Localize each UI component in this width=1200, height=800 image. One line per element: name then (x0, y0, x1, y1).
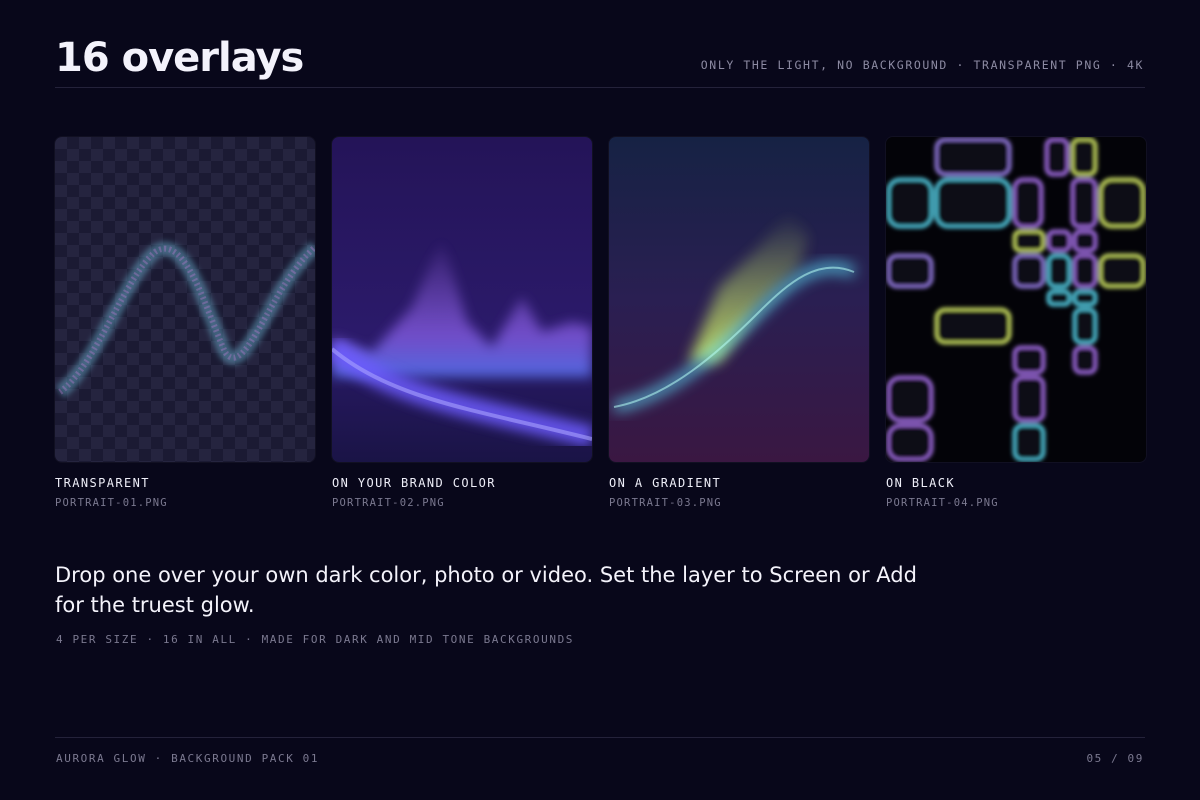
card-label: ON YOUR BRAND COLOR (332, 476, 496, 490)
card-filename: PORTRAIT-01.PNG (55, 497, 168, 509)
preview-card-brand-color[interactable]: ON YOUR BRAND COLOR PORTRAIT-02.PNG (332, 137, 592, 509)
page-subtitle: ONLY THE LIGHT, NO BACKGROUND · TRANSPAR… (700, 58, 1144, 72)
card-label: ON BLACK (886, 476, 955, 490)
preview-image-black (886, 137, 1146, 462)
preview-card-gradient[interactable]: ON A GRADIENT PORTRAIT-03.PNG (609, 137, 869, 509)
preview-card-transparent[interactable]: TRANSPARENT PORTRAIT-01.PNG (55, 137, 315, 509)
page-counter: 05 / 09 (1086, 752, 1144, 765)
header-divider (55, 87, 1145, 88)
preview-card-black[interactable]: ON BLACK PORTRAIT-04.PNG (886, 137, 1146, 509)
card-filename: PORTRAIT-02.PNG (332, 497, 445, 509)
body-headline: Drop one over your own dark color, photo… (55, 563, 917, 617)
preview-image-transparent (55, 137, 315, 462)
body-meta: 4 PER SIZE · 16 IN ALL · MADE FOR DARK A… (56, 633, 575, 646)
card-filename: PORTRAIT-04.PNG (886, 497, 999, 509)
preview-image-brand-color (332, 137, 592, 462)
card-filename: PORTRAIT-03.PNG (609, 497, 722, 509)
page-title: 16 overlays (55, 35, 304, 81)
card-label: TRANSPARENT (55, 476, 150, 490)
preview-cards: TRANSPARENT PORTRAIT-01.PNG ON YOUR BRAN… (55, 137, 1146, 517)
preview-image-gradient (609, 137, 869, 462)
footer-brand: AURORA GLOW · BACKGROUND PACK 01 (56, 752, 320, 765)
card-label: ON A GRADIENT (609, 476, 722, 490)
footer-divider (55, 737, 1145, 738)
